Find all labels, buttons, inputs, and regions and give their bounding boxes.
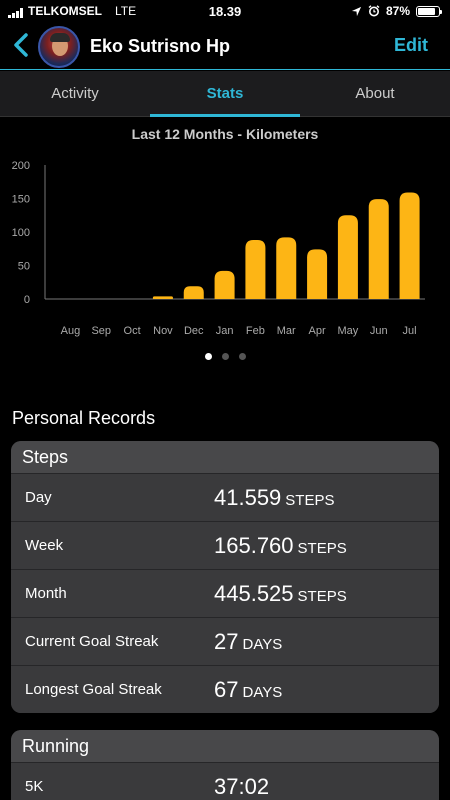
record-label: 5K [25,778,44,795]
record-number: 165.760 [214,533,294,558]
kilometers-bar-chart: 0 50 100 150 200 Aug Sep Oct Nov Dec Jan Feb Mar Apr M… [12,160,425,337]
record-value: 37:02 [214,774,273,800]
steps-card-header: Steps [11,441,439,473]
record-unit: STEPS [297,540,347,557]
page-dot-1[interactable] [204,353,212,360]
y-tick-label: 50 [18,261,30,273]
record-row-week[interactable]: Week 165.760 STEPS [11,521,439,569]
edit-button[interactable]: Edit [394,35,428,56]
status-bar: TELKOMSEL LTE 18.39 87% [0,0,450,22]
record-value: 27 DAYS [214,629,282,655]
bar-apr [307,249,328,299]
record-number: 67 [214,677,239,702]
record-unit: STEPS [285,492,335,509]
x-tick-label: Aug [61,325,81,337]
record-value: 445.525 STEPS [214,581,347,607]
bar-may [337,215,358,299]
bar-feb [245,240,266,299]
x-tick-label: Mar [277,325,296,337]
x-tick-label: Nov [153,325,173,337]
avatar-hair [50,33,70,42]
record-unit: DAYS [242,684,283,701]
y-tick-label: 200 [12,160,30,172]
status-right: 87% [351,4,442,18]
profile-header: Eko Sutrisno Hp Edit [0,22,450,70]
x-tick-label: Jun [370,325,388,337]
bar-jun [368,199,389,299]
location-icon [351,6,362,16]
record-unit: STEPS [297,588,347,605]
record-label: Week [25,537,64,554]
battery-icon [416,5,442,17]
record-label: Current Goal Streak [25,633,159,650]
record-value: 41.559 STEPS [214,485,334,511]
chart-title: Last 12 Months - Kilometers [131,126,319,142]
battery-fill [418,7,436,15]
bar-nov [152,296,173,299]
x-tick-label: Feb [246,325,265,337]
page-dot-3[interactable] [238,353,246,360]
y-tick-label: 0 [24,294,30,306]
record-number: 37:02 [214,774,270,799]
tab-about[interactable]: About [300,71,450,116]
record-label: Longest Goal Streak [25,681,162,698]
profile-name: Eko Sutrisno Hp [90,36,231,56]
record-row-5k[interactable]: 5K 37:02 [11,762,439,800]
bar-jan [214,270,235,299]
record-unit: DAYS [242,636,283,653]
x-tick-label: Oct [124,325,141,337]
record-value: 165.760 STEPS [214,533,347,559]
record-row-day[interactable]: Day 41.559 STEPS [11,473,439,521]
personal-records-title: Personal Records [12,408,156,428]
tab-bar: Activity Stats About [0,71,450,117]
record-number: 27 [214,629,239,654]
record-value: 67 DAYS [214,677,282,703]
y-tick-label: 150 [12,194,30,206]
x-tick-label: Apr [309,325,326,337]
record-label: Day [25,489,52,506]
battery-percent: 87% [385,4,410,18]
x-tick-label: Jul [403,325,417,337]
bar-mar [276,237,297,299]
record-row-current-goal-streak[interactable]: Current Goal Streak 27 DAYS [11,617,439,665]
running-card: Running 5K 37:02 [11,730,439,800]
record-number: 445.525 [214,581,294,606]
running-card-header: Running [11,730,439,762]
y-tick-label: 100 [12,227,30,239]
x-tick-label: May [338,325,359,337]
x-tick-label: Sep [91,325,111,337]
tab-stats[interactable]: Stats [150,71,300,117]
x-tick-label: Dec [184,325,204,337]
back-chevron-icon[interactable] [10,32,34,58]
record-row-longest-goal-streak[interactable]: Longest Goal Streak 67 DAYS [11,665,439,713]
tab-activity[interactable]: Activity [0,71,150,116]
steps-card: Steps Day 41.559 STEPS Week 165.760 STEPS … [11,441,439,713]
record-label: Month [25,585,67,602]
alarm-icon [368,5,380,17]
record-row-month[interactable]: Month 445.525 STEPS [11,569,439,617]
record-number: 41.559 [214,485,282,510]
bar-jul [399,192,420,299]
avatar[interactable] [38,26,80,68]
page-dot-2[interactable] [221,353,229,360]
page-indicator [0,353,450,360]
x-tick-label: Jan [216,325,234,337]
bar-dec [183,286,204,299]
